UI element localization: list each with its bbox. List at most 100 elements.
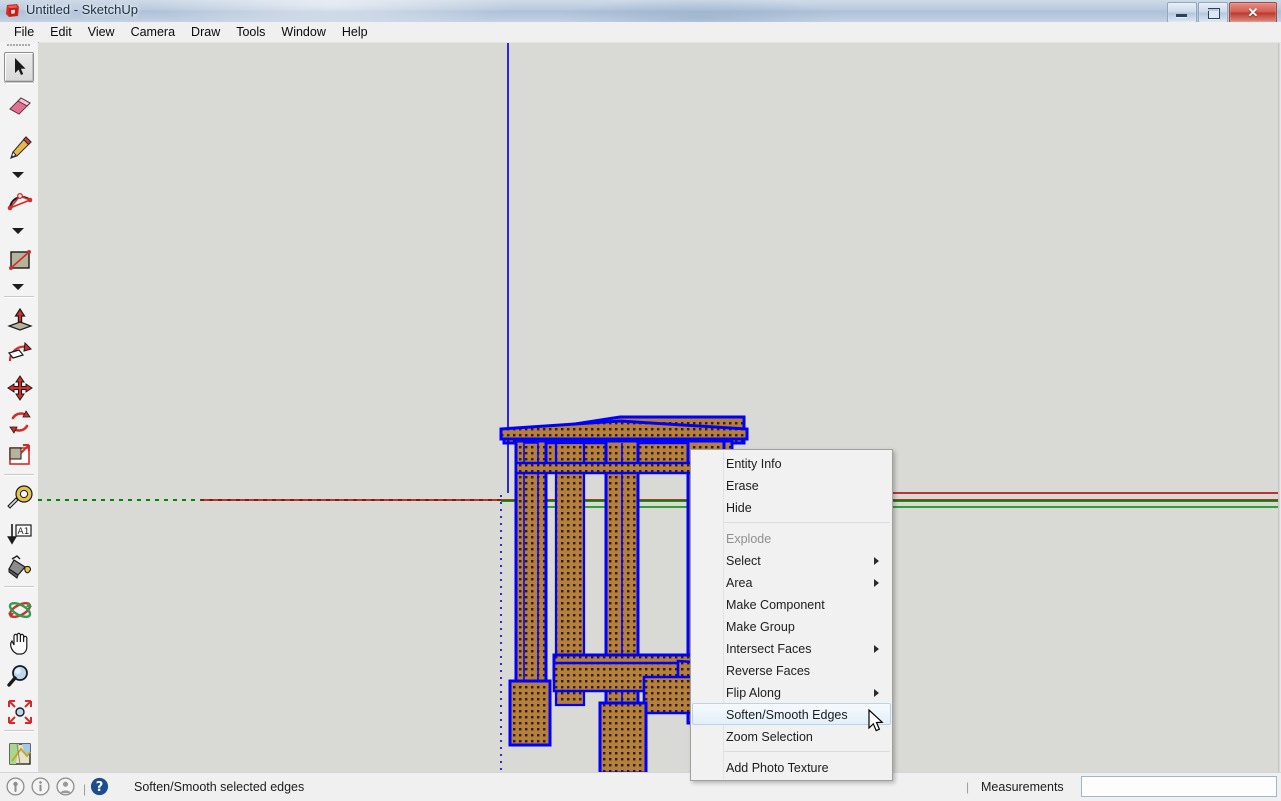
submenu-arrow-icon <box>874 579 879 587</box>
ctx-item-area[interactable]: Area <box>692 571 891 593</box>
arc-tool-dropdown[interactable] <box>12 228 24 234</box>
table-top <box>499 415 749 445</box>
status-message: Soften/Smooth selected edges <box>134 780 305 794</box>
toolbar-separator <box>4 296 34 298</box>
toolbar-separator <box>4 586 34 588</box>
pan-tool[interactable] <box>4 628 34 658</box>
ctx-item-select[interactable]: Select <box>692 549 891 571</box>
submenu-arrow-icon <box>874 645 879 653</box>
ctx-item-flip-along[interactable]: Flip Along <box>692 681 891 703</box>
map-icon <box>9 743 31 765</box>
text-tool[interactable]: A1 <box>4 518 34 548</box>
follow-me-icon <box>7 341 32 362</box>
ctx-item-hide[interactable]: Hide <box>692 496 891 518</box>
svg-text:A1: A1 <box>18 527 30 537</box>
ctx-item-intersect-faces[interactable]: Intersect Faces <box>692 637 891 659</box>
ctx-item-erase[interactable]: Erase <box>692 474 891 496</box>
maximize-button[interactable] <box>1198 2 1228 22</box>
ctx-item-label: Intersect Faces <box>726 642 812 656</box>
push-pull-icon <box>7 307 33 331</box>
menu-draw[interactable]: Draw <box>183 23 228 42</box>
move-arrows-icon <box>7 375 33 401</box>
ctx-item-zoom-selection[interactable]: Zoom Selection <box>692 725 891 747</box>
ctx-item-make-component[interactable]: Make Component <box>692 593 891 615</box>
tape-measure-tool[interactable] <box>4 482 34 512</box>
model-scene <box>38 43 1278 772</box>
toolbar-separator <box>4 474 34 476</box>
close-icon: ✕ <box>1247 5 1259 20</box>
minimize-icon <box>1176 14 1187 17</box>
rotate-tool[interactable] <box>4 406 34 436</box>
window-title: Untitled - SketchUp <box>26 2 138 17</box>
arc-icon <box>7 192 33 211</box>
line-tool[interactable] <box>4 132 34 162</box>
menu-edit[interactable]: Edit <box>42 23 80 42</box>
menu-bar: File Edit View Camera Draw Tools Window … <box>0 22 1281 43</box>
zoom-extents-tool[interactable] <box>4 696 34 726</box>
magnifier-icon <box>7 665 28 687</box>
window-controls: ✕ <box>1167 2 1278 22</box>
select-tool[interactable] <box>4 52 34 82</box>
ctx-item-soften-smooth-edges[interactable]: Soften/Smooth Edges <box>692 703 891 725</box>
ctx-item-label: Flip Along <box>726 686 781 700</box>
followme-tool[interactable] <box>4 338 34 368</box>
ctx-item-label: Select <box>726 554 761 568</box>
ctx-item-make-group[interactable]: Make Group <box>692 615 891 637</box>
paint-bucket-tool[interactable] <box>4 552 34 582</box>
status-bar-divider: | <box>83 782 87 796</box>
rectangle-tool[interactable] <box>4 244 34 274</box>
arrow-cursor-icon <box>15 58 26 75</box>
line-tool-dropdown[interactable] <box>12 172 24 178</box>
scale-icon <box>9 444 30 465</box>
arc-tool[interactable] <box>4 188 34 218</box>
entity-context-menu: Entity Info Erase Hide Explode Select Ar… <box>690 449 893 781</box>
rectangle-tool-dropdown[interactable] <box>12 284 24 290</box>
ctx-item-explode: Explode <box>726 532 772 546</box>
svg-text:?: ? <box>96 780 104 795</box>
toolbar-grip[interactable] <box>7 44 31 48</box>
submenu-arrow-icon <box>874 557 879 565</box>
menu-help[interactable]: Help <box>334 23 376 42</box>
ctx-separator <box>724 522 890 523</box>
menu-tools[interactable]: Tools <box>228 23 273 42</box>
ctx-item-reverse-faces[interactable]: Reverse Faces <box>692 659 891 681</box>
sketchup-logo-icon <box>5 3 21 19</box>
eraser-tool[interactable] <box>4 90 34 120</box>
maximize-icon <box>1208 8 1220 19</box>
large-tool-set-toolbar: A1 <box>0 42 39 772</box>
ctx-item-label: Area <box>726 576 753 590</box>
sketchup-application-window: Untitled - SketchUp ✕ File Edit View Cam… <box>0 0 1281 801</box>
zoom-extents-icon <box>8 700 32 724</box>
model-viewport[interactable] <box>38 43 1281 772</box>
position-camera-tool[interactable] <box>4 738 34 768</box>
toolbar-separator <box>4 82 34 84</box>
blue-axis <box>500 43 509 772</box>
orbit-tool[interactable] <box>4 594 34 624</box>
paint-bucket-icon <box>8 555 31 579</box>
menu-camera[interactable]: Camera <box>123 23 183 42</box>
ctx-item-entity-info[interactable]: Entity Info <box>692 452 891 474</box>
rectangle-icon <box>9 250 31 270</box>
tape-measure-icon <box>7 485 33 509</box>
zoom-tool[interactable] <box>4 660 34 690</box>
ctx-item-add-photo-texture[interactable]: Add Photo Texture <box>692 756 891 778</box>
hand-icon <box>10 632 28 655</box>
measurements-divider: | <box>966 780 970 794</box>
minimize-button[interactable] <box>1167 2 1197 22</box>
pushpull-tool[interactable] <box>4 304 34 334</box>
menu-view[interactable]: View <box>80 23 123 42</box>
submenu-arrow-icon <box>874 689 879 697</box>
rotate-arrows-icon <box>9 410 31 434</box>
title-bar: Untitled - SketchUp ✕ <box>0 0 1281 22</box>
close-button[interactable]: ✕ <box>1229 2 1277 22</box>
pencil-icon <box>10 136 32 160</box>
toolbar-separator <box>4 730 34 732</box>
menu-file[interactable]: File <box>6 23 42 42</box>
scale-tool[interactable] <box>4 440 34 470</box>
move-tool[interactable] <box>4 372 34 402</box>
ctx-separator <box>724 751 890 752</box>
menu-window[interactable]: Window <box>273 23 333 42</box>
text-label-icon: A1 <box>7 524 32 545</box>
measurements-input[interactable] <box>1081 776 1277 797</box>
orbit-icon <box>8 602 32 618</box>
